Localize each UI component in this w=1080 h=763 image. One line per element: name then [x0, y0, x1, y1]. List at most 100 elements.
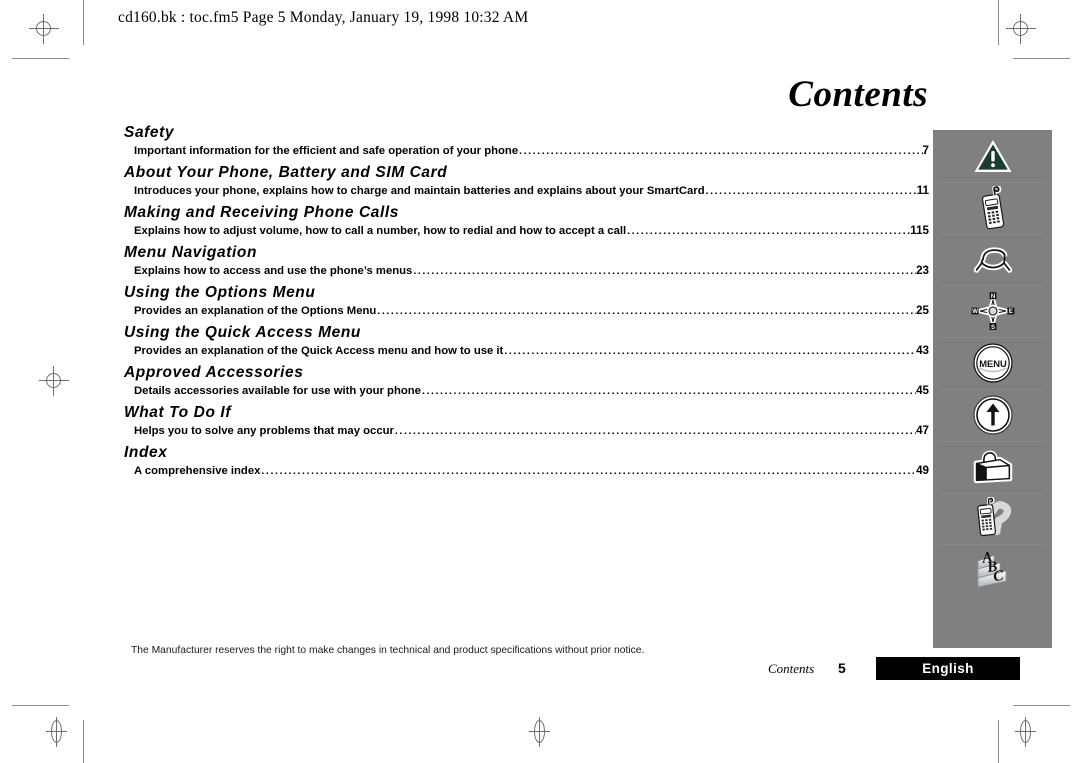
toc-page-number: 43 — [916, 344, 929, 357]
toc-heading: About Your Phone, Battery and SIM Card — [124, 164, 448, 181]
registration-mark-bottom-left — [42, 717, 72, 747]
toc-page-number: 115 — [910, 224, 929, 237]
compass-label-west: W — [972, 309, 978, 315]
toc-description: Provides an explanation of the Quick Acc… — [134, 345, 504, 357]
toc-dot-leader: ........................................… — [504, 346, 916, 357]
toc-heading: Index — [124, 444, 168, 461]
toc-entry[interactable]: Menu Navigation Explains how to access a… — [124, 244, 929, 277]
toc-entry[interactable]: Approved Accessories Details accessories… — [124, 364, 929, 397]
toc-heading: Using the Quick Access Menu — [124, 324, 361, 341]
toc-dot-leader: ........................................… — [705, 186, 917, 197]
toc-line: Explains how to access and use the phone… — [124, 264, 929, 277]
toc-description: A comprehensive index — [134, 465, 261, 477]
toc-description: Helps you to solve any problems that may… — [134, 425, 394, 437]
crop-mark-horizontal-left — [12, 58, 69, 59]
toc-description: Explains how to adjust volume, how to ca… — [134, 225, 627, 237]
sidebar-tab-options-menu[interactable]: MENU — [933, 337, 1052, 389]
toc-line: Provides an explanation of the Options M… — [124, 304, 929, 317]
language-badge: English — [876, 657, 1020, 680]
toc-heading: Safety — [124, 124, 175, 141]
ringing-phone-icon — [973, 247, 1012, 274]
toc-description: Introduces your phone, explains how to c… — [134, 185, 705, 197]
menu-button-label: MENU — [979, 358, 1007, 369]
toc-entry[interactable]: About Your Phone, Battery and SIM Card I… — [124, 164, 929, 197]
mobile-phone-icon — [981, 185, 1004, 230]
section-tab-sidebar: N S W E MENU A B C — [933, 130, 1052, 648]
registration-mark-bottom-right — [1011, 717, 1041, 747]
toc-entry[interactable]: Safety Important information for the eff… — [124, 124, 929, 157]
toc-dot-leader: ........................................… — [394, 426, 916, 437]
toc-dot-leader: ........................................… — [261, 466, 917, 477]
abc-index-icon: A B C — [977, 550, 1006, 588]
crop-mark-vertical-left — [83, 0, 84, 45]
crop-mark-vertical-right — [998, 0, 999, 45]
toc-page-number: 23 — [916, 264, 929, 277]
toc-description: Provides an explanation of the Options M… — [134, 305, 377, 317]
compass-label-north: N — [990, 294, 994, 300]
up-arrow-circle-icon — [972, 395, 1013, 435]
sidebar-tab-quick-access-menu[interactable] — [933, 388, 1052, 441]
toc-line: A comprehensive index ..................… — [124, 464, 929, 477]
crop-mark-horizontal-bottom-right — [1013, 705, 1070, 706]
toc-heading: What To Do If — [124, 404, 232, 421]
page-title: Contents — [788, 74, 928, 115]
footer-section-label: Contents — [768, 661, 815, 676]
registration-mark-middle-left — [39, 366, 69, 396]
toc-page-number: 45 — [916, 384, 929, 397]
toc-dot-leader: ........................................… — [413, 266, 916, 277]
toc-page-number: 49 — [916, 464, 929, 477]
registration-mark-top-right — [1006, 14, 1036, 44]
sidebar-tab-menu-navigation[interactable]: N S W E — [933, 285, 1052, 337]
menu-button-icon: MENU — [972, 343, 1013, 383]
compass-navigation-icon: N S W E — [971, 292, 1014, 331]
toc-heading: Approved Accessories — [124, 364, 304, 381]
table-of-contents: Safety Important information for the eff… — [124, 124, 929, 484]
toc-heading: Making and Receiving Phone Calls — [124, 204, 400, 221]
toc-entry[interactable]: Making and Receiving Phone Calls Explain… — [124, 204, 929, 237]
toc-heading: Using the Options Menu — [124, 284, 316, 301]
toc-dot-leader: ........................................… — [377, 306, 917, 317]
toc-dot-leader: ........................................… — [421, 386, 917, 397]
toc-page-number: 25 — [916, 304, 929, 317]
toc-description: Important information for the efficient … — [134, 145, 519, 157]
toc-dot-leader: ........................................… — [627, 226, 910, 237]
toc-entry[interactable]: Using the Quick Access Menu Provides an … — [124, 324, 929, 357]
toc-line: Details accessories available for use wi… — [124, 384, 929, 397]
toc-description: Details accessories available for use wi… — [134, 385, 421, 397]
print-header-line: cd160.bk : toc.fm5 Page 5 Monday, Januar… — [118, 9, 529, 26]
toc-line: Explains how to adjust volume, how to ca… — [124, 224, 929, 237]
crop-mark-vertical-bottom-right — [998, 720, 999, 763]
registration-mark-top-left — [29, 14, 59, 44]
sidebar-tab-safety[interactable] — [933, 130, 1052, 182]
disclaimer-text: The Manufacturer reserves the right to m… — [131, 645, 645, 656]
toc-entry[interactable]: What To Do If Helps you to solve any pro… — [124, 404, 929, 437]
toc-line: Provides an explanation of the Quick Acc… — [124, 344, 929, 357]
toc-entry[interactable]: Index A comprehensive index ............… — [124, 444, 929, 477]
compass-label-south: S — [990, 325, 994, 331]
toc-page-number: 47 — [916, 424, 929, 437]
language-badge-label: English — [922, 661, 974, 676]
toc-dot-leader: ........................................… — [519, 146, 923, 157]
phone-question-icon — [976, 497, 1011, 537]
crop-mark-horizontal-bottom-left — [12, 705, 69, 706]
sidebar-tab-approved-accessories[interactable] — [933, 440, 1052, 493]
toc-line: Introduces your phone, explains how to c… — [124, 184, 929, 197]
compass-label-east: E — [1008, 309, 1012, 315]
toc-entry[interactable]: Using the Options Menu Provides an expla… — [124, 284, 929, 317]
sidebar-tab-what-to-do-if[interactable] — [933, 492, 1052, 545]
briefcase-accessories-icon — [973, 450, 1012, 483]
toc-line: Helps you to solve any problems that may… — [124, 424, 929, 437]
crop-mark-horizontal-right — [1013, 58, 1070, 59]
footer-page-number: 5 — [838, 660, 846, 676]
warning-triangle-icon — [974, 139, 1011, 172]
sidebar-tab-about-your-phone[interactable] — [933, 181, 1052, 234]
toc-description: Explains how to access and use the phone… — [134, 265, 413, 277]
crop-mark-vertical-bottom-left — [83, 720, 84, 763]
toc-page-number: 7 — [922, 144, 929, 157]
sidebar-tab-phone-calls[interactable] — [933, 233, 1052, 286]
toc-page-number: 11 — [916, 184, 929, 197]
sidebar-tab-index[interactable]: A B C — [933, 544, 1052, 596]
registration-mark-bottom-center — [525, 717, 555, 747]
toc-line: Important information for the efficient … — [124, 144, 929, 157]
toc-heading: Menu Navigation — [124, 244, 258, 261]
